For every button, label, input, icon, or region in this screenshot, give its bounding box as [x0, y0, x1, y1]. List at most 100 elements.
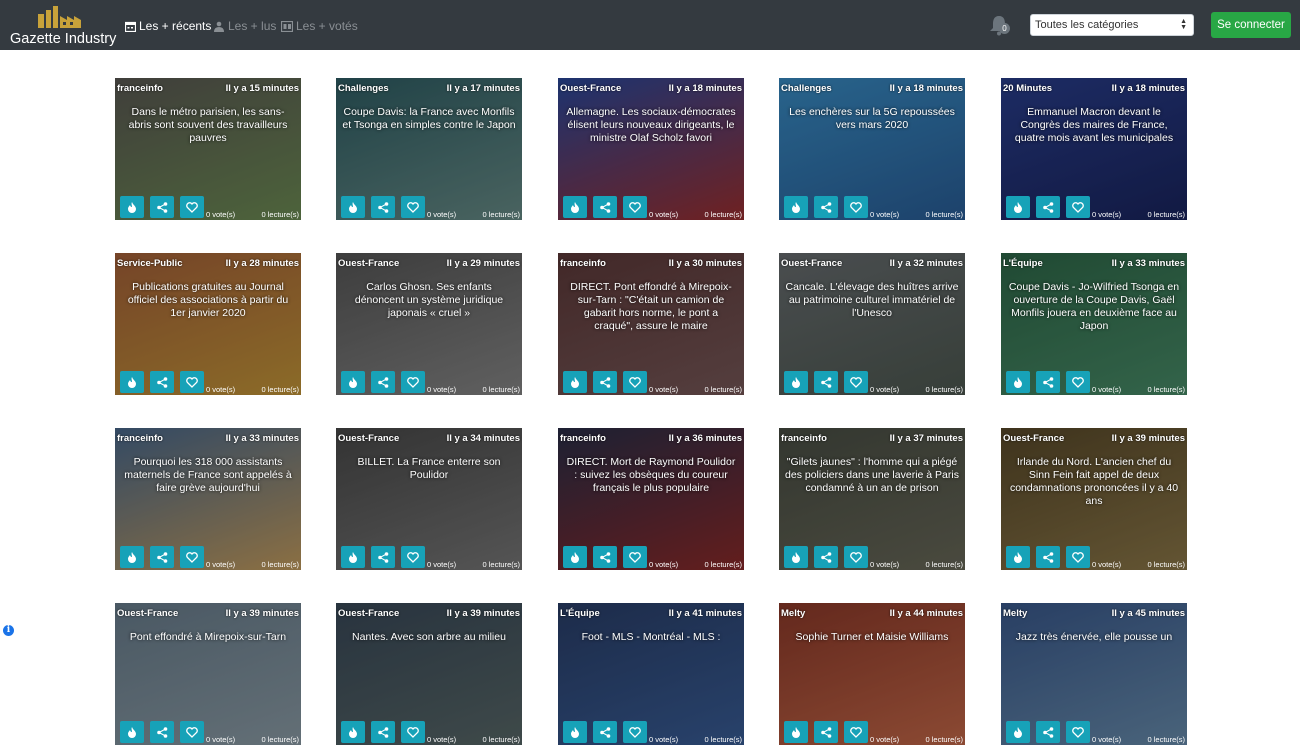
fire-button[interactable]: [784, 721, 808, 743]
card-title[interactable]: Dans le métro parisien, les sans-abris s…: [121, 106, 295, 145]
card-title[interactable]: Allemagne. Les sociaux-démocrates élisen…: [564, 106, 738, 145]
news-card[interactable]: 20 Minutes Il y a 18 minutes Emmanuel Macr…: [1001, 78, 1187, 220]
fire-button[interactable]: [1006, 371, 1030, 393]
card-title[interactable]: Cancale. L'élevage des huîtres arrive au…: [785, 281, 959, 320]
fire-button[interactable]: [341, 196, 365, 218]
share-button[interactable]: [814, 721, 838, 743]
card-title[interactable]: DIRECT. Mort de Raymond Poulidor : suive…: [564, 456, 738, 495]
news-card[interactable]: Ouest-France Il y a 34 minutes BILLET. La …: [336, 428, 522, 570]
info-icon[interactable]: i: [3, 625, 14, 636]
fire-button[interactable]: [341, 371, 365, 393]
news-card[interactable]: Challenges Il y a 17 minutes Coupe Davis: …: [336, 78, 522, 220]
news-card[interactable]: Challenges Il y a 18 minutes Les enchères …: [779, 78, 965, 220]
like-button[interactable]: [623, 196, 647, 218]
fire-button[interactable]: [1006, 196, 1030, 218]
share-button[interactable]: [593, 546, 617, 568]
share-button[interactable]: [814, 371, 838, 393]
share-button[interactable]: [593, 371, 617, 393]
card-title[interactable]: Sophie Turner et Maisie Williams: [785, 631, 959, 644]
card-title[interactable]: Irlande du Nord. L'ancien chef du Sinn F…: [1007, 456, 1181, 508]
fire-button[interactable]: [120, 371, 144, 393]
news-card[interactable]: franceinfo Il y a 30 minutes DIRECT. Pont …: [558, 253, 744, 395]
card-title[interactable]: Nantes. Avec son arbre au milieu: [342, 631, 516, 644]
like-button[interactable]: [401, 546, 425, 568]
news-card[interactable]: Ouest-France Il y a 39 minutes Pont effond…: [115, 603, 301, 745]
like-button[interactable]: [401, 196, 425, 218]
card-title[interactable]: Coupe Davis - Jo-Wilfried Tsonga en ouve…: [1007, 281, 1181, 333]
share-button[interactable]: [593, 721, 617, 743]
fire-button[interactable]: [784, 196, 808, 218]
share-button[interactable]: [814, 196, 838, 218]
fire-button[interactable]: [120, 196, 144, 218]
fire-button[interactable]: [784, 371, 808, 393]
share-button[interactable]: [150, 196, 174, 218]
share-button[interactable]: [1036, 721, 1060, 743]
nav-most-recent[interactable]: Les + récents: [125, 18, 211, 34]
card-title[interactable]: "Gilets jaunes" : l'homme qui a piégé de…: [785, 456, 959, 495]
card-title[interactable]: Jazz très énervée, elle pousse un: [1007, 631, 1181, 644]
like-button[interactable]: [1066, 196, 1090, 218]
like-button[interactable]: [844, 721, 868, 743]
news-card[interactable]: L'Équipe Il y a 41 minutes Foot - MLS - Mo…: [558, 603, 744, 745]
share-button[interactable]: [371, 546, 395, 568]
share-button[interactable]: [150, 721, 174, 743]
like-button[interactable]: [844, 196, 868, 218]
share-button[interactable]: [593, 196, 617, 218]
news-card[interactable]: franceinfo Il y a 33 minutes Pourquoi les …: [115, 428, 301, 570]
fire-button[interactable]: [341, 546, 365, 568]
like-button[interactable]: [180, 721, 204, 743]
nav-most-read[interactable]: Les + lus: [213, 18, 276, 34]
like-button[interactable]: [180, 546, 204, 568]
brand[interactable]: Gazette Industry: [10, 4, 116, 47]
nav-most-voted[interactable]: Les + votés: [281, 18, 358, 34]
category-select[interactable]: Toutes les catégories ▲ ▼: [1030, 14, 1194, 36]
share-button[interactable]: [814, 546, 838, 568]
news-card[interactable]: Ouest-France Il y a 18 minutes Allemagne. …: [558, 78, 744, 220]
fire-button[interactable]: [341, 721, 365, 743]
card-title[interactable]: Foot - MLS - Montréal - MLS :: [564, 631, 738, 644]
card-title[interactable]: Emmanuel Macron devant le Congrès des ma…: [1007, 106, 1181, 145]
news-card[interactable]: franceinfo Il y a 15 minutes Dans le métro…: [115, 78, 301, 220]
news-card[interactable]: Melty Il y a 45 minutes Jazz très énervée,…: [1001, 603, 1187, 745]
like-button[interactable]: [1066, 721, 1090, 743]
fire-button[interactable]: [563, 371, 587, 393]
like-button[interactable]: [1066, 546, 1090, 568]
share-button[interactable]: [1036, 546, 1060, 568]
share-button[interactable]: [371, 721, 395, 743]
share-button[interactable]: [371, 371, 395, 393]
news-card[interactable]: Service-Public Il y a 28 minutes Publicati…: [115, 253, 301, 395]
news-card[interactable]: Ouest-France Il y a 39 minutes Irlande du …: [1001, 428, 1187, 570]
like-button[interactable]: [844, 546, 868, 568]
fire-button[interactable]: [563, 721, 587, 743]
news-card[interactable]: Melty Il y a 44 minutes Sophie Turner et M…: [779, 603, 965, 745]
share-button[interactable]: [1036, 196, 1060, 218]
like-button[interactable]: [180, 196, 204, 218]
news-card[interactable]: franceinfo Il y a 37 minutes "Gilets jaune…: [779, 428, 965, 570]
fire-button[interactable]: [1006, 546, 1030, 568]
card-title[interactable]: Pourquoi les 318 000 assistants maternel…: [121, 456, 295, 495]
share-button[interactable]: [150, 371, 174, 393]
share-button[interactable]: [150, 546, 174, 568]
fire-button[interactable]: [120, 546, 144, 568]
like-button[interactable]: [623, 371, 647, 393]
card-title[interactable]: Pont effondré à Mirepoix-sur-Tarn: [121, 631, 295, 644]
card-title[interactable]: BILLET. La France enterre son Poulidor: [342, 456, 516, 482]
news-card[interactable]: franceinfo Il y a 36 minutes DIRECT. Mort …: [558, 428, 744, 570]
like-button[interactable]: [180, 371, 204, 393]
card-title[interactable]: Les enchères sur la 5G repoussées vers m…: [785, 106, 959, 132]
login-button[interactable]: Se connecter: [1211, 12, 1291, 38]
like-button[interactable]: [401, 371, 425, 393]
card-title[interactable]: Publications gratuites au Journal offici…: [121, 281, 295, 320]
fire-button[interactable]: [1006, 721, 1030, 743]
fire-button[interactable]: [563, 546, 587, 568]
like-button[interactable]: [1066, 371, 1090, 393]
share-button[interactable]: [371, 196, 395, 218]
fire-button[interactable]: [120, 721, 144, 743]
card-title[interactable]: Carlos Ghosn. Ses enfants dénoncent un s…: [342, 281, 516, 320]
news-card[interactable]: Ouest-France Il y a 29 minutes Carlos Ghos…: [336, 253, 522, 395]
like-button[interactable]: [623, 721, 647, 743]
news-card[interactable]: Ouest-France Il y a 39 minutes Nantes. Ave…: [336, 603, 522, 745]
share-button[interactable]: [1036, 371, 1060, 393]
card-title[interactable]: DIRECT. Pont effondré à Mirepoix-sur-Tar…: [564, 281, 738, 333]
news-card[interactable]: L'Équipe Il y a 33 minutes Coupe Davis - J…: [1001, 253, 1187, 395]
